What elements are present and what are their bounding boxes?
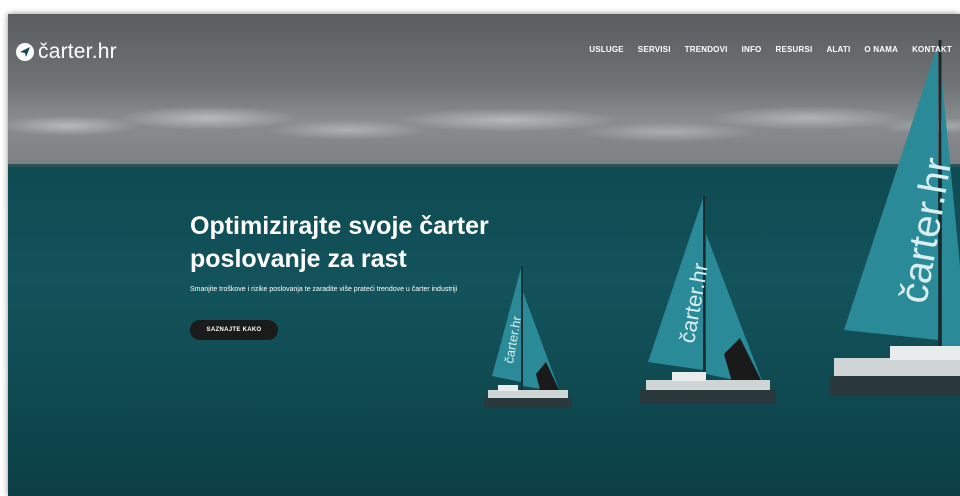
saznajte-kako-button[interactable]: SAZNAJTE KAKO <box>190 320 278 340</box>
nav-item-alati[interactable]: ALATI <box>826 45 850 54</box>
nav-item-servisi[interactable]: SERVISI <box>638 45 671 54</box>
clouds <box>8 96 960 158</box>
hero-title-line-1: Optimizirajte svoje čarter <box>190 212 489 240</box>
paper-plane-icon <box>16 43 34 61</box>
nav-item-trendovi[interactable]: TRENDOVI <box>685 45 728 54</box>
hero-title: Optimizirajte svoje čarter poslovanje za… <box>190 210 550 276</box>
horizon-line <box>8 164 960 167</box>
nav-item-o-nama[interactable]: O NAMA <box>864 45 898 54</box>
nav-item-info[interactable]: INFO <box>742 45 762 54</box>
nav-item-resursi[interactable]: RESURSI <box>775 45 812 54</box>
main-menu: USLUGE SERVISI TRENDOVI INFO RESURSI ALA… <box>589 45 952 54</box>
nav-item-kontakt[interactable]: KONTAKT <box>912 45 952 54</box>
hero-title-line-2: poslovanje za rast <box>190 245 407 273</box>
hero-section: čarter.hr čarter.hr čarter.hr čarter.hr <box>8 14 960 496</box>
hero-content: Optimizirajte svoje čarter poslovanje za… <box>190 210 550 293</box>
brand-name: čarter.hr <box>38 40 117 63</box>
nav-item-usluge[interactable]: USLUGE <box>589 45 624 54</box>
catamaran-medium: čarter.hr <box>640 196 776 404</box>
top-navigation: čarter.hr USLUGE SERVISI TRENDOVI INFO R… <box>8 14 960 90</box>
brand-logo[interactable]: čarter.hr <box>16 40 117 64</box>
catamaran-large: čarter.hr <box>830 40 960 396</box>
hero-subtitle: Smanjite troškove i rizike poslovanja te… <box>190 286 458 293</box>
